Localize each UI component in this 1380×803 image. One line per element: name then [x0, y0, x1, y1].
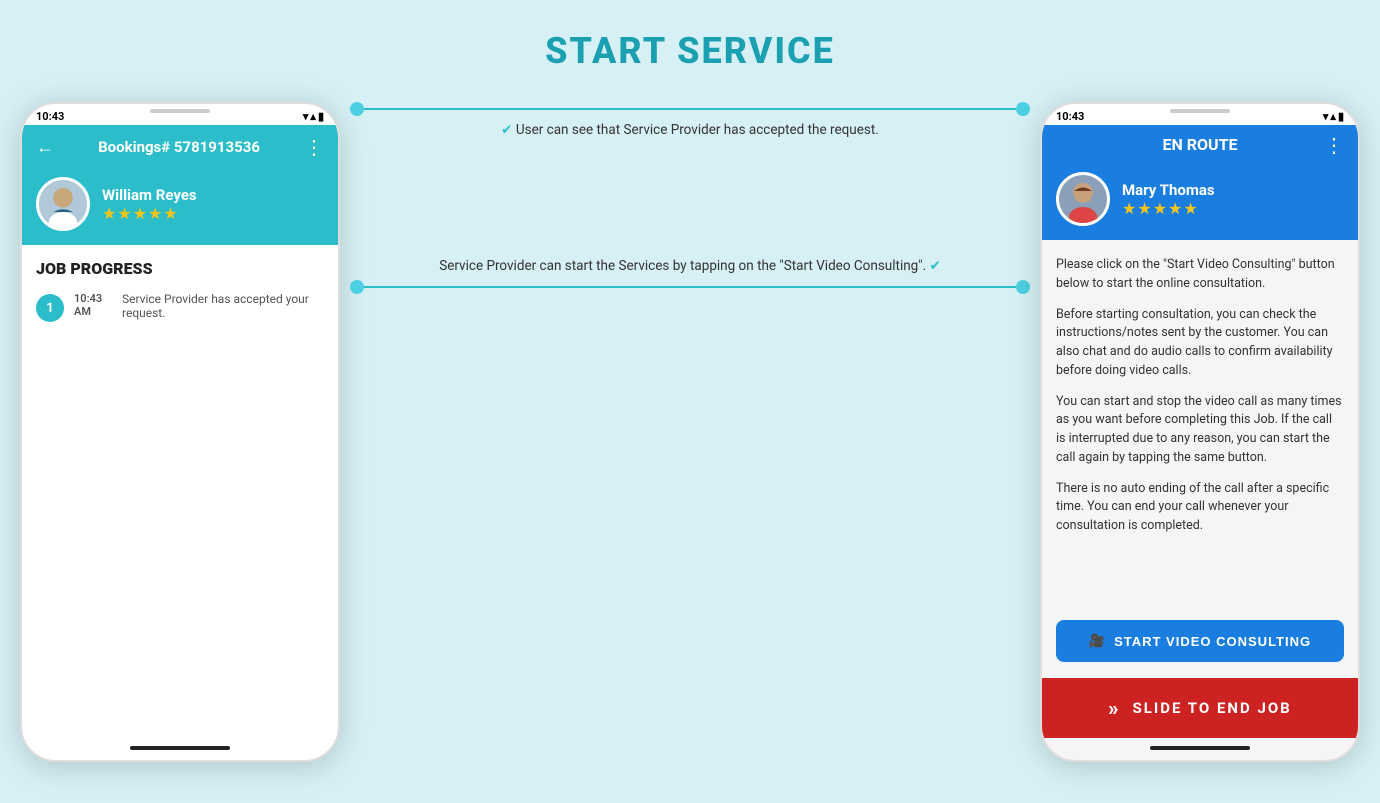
annotation-top: ✔ User can see that Service Provider has…: [350, 102, 1030, 138]
right-time: 10:43: [1056, 110, 1084, 123]
right-phone-body: Please click on the "Start Video Consult…: [1042, 240, 1358, 678]
annotation-dot-left-top: [350, 102, 364, 116]
annotation-dot-right-top: [1016, 102, 1030, 116]
more-options-button[interactable]: ⋮: [304, 135, 324, 159]
video-icon: 🎥: [1089, 633, 1106, 649]
right-wifi-icon: ▾: [1323, 110, 1329, 123]
slide-to-end-button[interactable]: » SLIDE TO END JOB: [1042, 678, 1358, 738]
annotation-text-bottom: Service Provider can start the Services …: [350, 258, 1030, 274]
slide-arrows-icon: »: [1108, 696, 1120, 720]
left-user-details: William Reyes ★★★★★: [102, 186, 197, 223]
progress-time: 10:43AM: [74, 292, 112, 318]
right-signal-icons: ▾ ▴ ▮: [1323, 110, 1344, 123]
right-phone: 10:43 ▾ ▴ ▮ EN ROUTE ⋮: [1040, 102, 1360, 762]
check-icon-bottom: ✔: [930, 258, 941, 274]
left-header: ← Bookings# 5781913536 ⋮: [22, 125, 338, 169]
right-user-details: Mary Thomas ★★★★★: [1122, 181, 1215, 218]
annotation-dot-right-bottom: [1016, 280, 1030, 294]
battery-icon: ▮: [318, 110, 324, 123]
signal-icon: ▴: [310, 110, 316, 123]
start-video-label: START VIDEO CONSULTING: [1114, 634, 1311, 649]
connector-left-top: [364, 108, 1016, 110]
job-progress-title: JOB PROGRESS: [36, 259, 324, 278]
left-time: 10:43: [36, 110, 64, 123]
right-home-bar: [1042, 738, 1358, 760]
left-avatar: [36, 177, 90, 231]
annotation-area: ✔ User can see that Service Provider has…: [340, 102, 1040, 294]
slide-label: SLIDE TO END JOB: [1133, 699, 1292, 717]
left-phone: 10:43 ▾ ▴ ▮ ← Bookings# 5781913536 ⋮: [20, 102, 340, 762]
annotation-dot-left-bottom: [350, 280, 364, 294]
progress-item-1: 1 10:43AM Service Provider has accepted …: [36, 292, 324, 322]
back-button[interactable]: ←: [36, 137, 54, 158]
start-video-consulting-button[interactable]: 🎥 START VIDEO CONSULTING: [1056, 620, 1344, 662]
progress-step-number: 1: [36, 294, 64, 322]
right-signal-icon: ▴: [1330, 110, 1336, 123]
annotation-bottom: Service Provider can start the Services …: [350, 258, 1030, 294]
right-user-name: Mary Thomas: [1122, 181, 1215, 199]
main-content: 10:43 ▾ ▴ ▮ ← Bookings# 5781913536 ⋮: [20, 102, 1360, 762]
body-paragraph-3: You can start and stop the video call as…: [1056, 393, 1344, 468]
body-paragraph-4: There is no auto ending of the call afte…: [1056, 480, 1344, 536]
left-user-stars: ★★★★★: [102, 204, 197, 223]
right-user-stars: ★★★★★: [1122, 199, 1215, 218]
left-signal-icons: ▾ ▴ ▮: [303, 110, 324, 123]
right-more-options-button[interactable]: ⋮: [1324, 133, 1344, 157]
booking-number: Bookings# 5781913536: [64, 138, 294, 156]
left-home-bar: [22, 738, 338, 760]
right-user-info: Mary Thomas ★★★★★: [1042, 164, 1358, 240]
progress-description: Service Provider has accepted your reque…: [122, 292, 324, 320]
right-header: EN ROUTE ⋮: [1042, 125, 1358, 164]
check-icon-top: ✔: [501, 122, 512, 138]
right-status-bar: 10:43 ▾ ▴ ▮: [1042, 104, 1358, 125]
left-status-bar: 10:43 ▾ ▴ ▮: [22, 104, 338, 125]
right-battery-icon: ▮: [1338, 110, 1344, 123]
body-paragraph-1: Please click on the "Start Video Consult…: [1056, 256, 1344, 294]
connector-left-bottom: [364, 286, 1016, 288]
right-avatar: [1056, 172, 1110, 226]
left-user-name: William Reyes: [102, 186, 197, 204]
body-paragraph-2: Before starting consultation, you can ch…: [1056, 306, 1344, 381]
job-progress-section: JOB PROGRESS 1 10:43AM Service Provider …: [22, 245, 338, 535]
annotation-text-top: ✔ User can see that Service Provider has…: [350, 122, 1030, 138]
wifi-icon: ▾: [303, 110, 309, 123]
en-route-title: EN ROUTE: [1056, 135, 1344, 154]
page-title: START SERVICE: [545, 30, 835, 72]
left-user-info: William Reyes ★★★★★: [22, 169, 338, 245]
